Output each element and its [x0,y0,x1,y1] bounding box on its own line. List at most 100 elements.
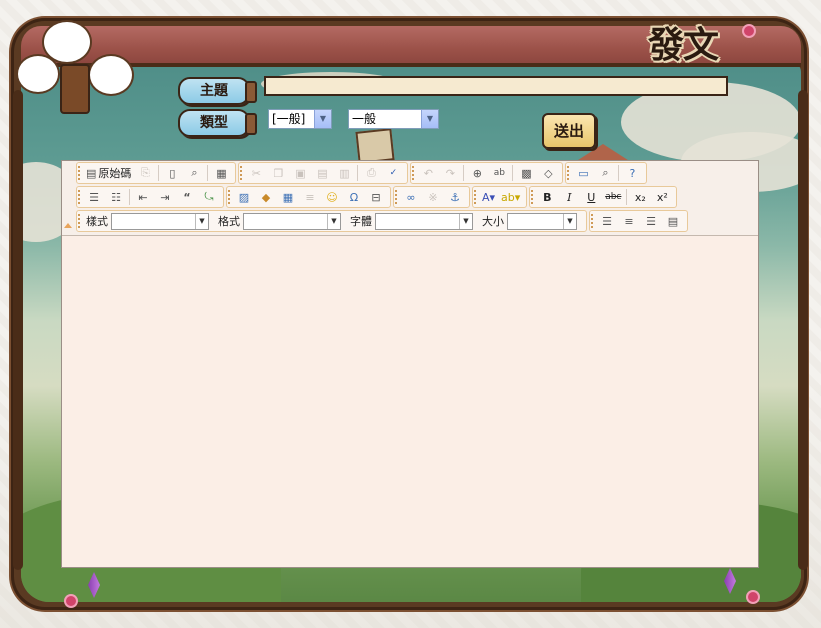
spellcheck-icon[interactable]: ✓ [382,163,404,183]
subject-label: 主題 [178,77,257,105]
toolbar-group-edit: ↶ ↷ ⊕ ab ▩ ◇ [410,162,564,184]
preview-icon[interactable]: ⌕ [183,163,205,183]
underline-icon[interactable]: U [580,187,602,207]
cat-head [16,54,60,94]
format-combo[interactable]: ▼ [243,212,341,230]
paste-text-icon[interactable]: ▤ [311,163,333,183]
about-icon[interactable]: ? [621,163,643,183]
editor-toolbar: ▤ 原始碼 ⎘ ▯ ⌕ ▦ ✂ ❐ ▣ ▤ ▥ ⎙ ✓ ↶ ↷ ⊕ ab ▩ ◇… [62,161,758,236]
align-left-icon[interactable]: ☰ [596,211,618,231]
bg-color-icon[interactable]: ab▾ [498,187,523,207]
link-icon[interactable]: ∞ [400,187,422,207]
toolbar-separator [618,165,620,181]
justify-icon[interactable]: ▤ [662,211,684,231]
special-char-icon[interactable]: Ω [343,187,365,207]
vine-decoration [13,90,23,570]
toolbar-group-document: ▤ 原始碼 ⎘ ▯ ⌕ ▦ [76,162,237,184]
tree-stump [60,64,90,114]
select-all-icon[interactable]: ▩ [515,163,537,183]
print-icon[interactable]: ⎙ [360,163,382,183]
anchor-icon[interactable]: ⚓ [444,187,466,207]
paste-word-icon[interactable]: ▥ [333,163,355,183]
source-label: 原始碼 [98,167,132,180]
editor-content-area[interactable] [62,236,758,567]
cut-icon[interactable]: ✂ [245,163,267,183]
copy-icon[interactable]: ❐ [267,163,289,183]
type-label: 類型 [178,109,257,137]
align-center-icon[interactable]: ≡ [618,211,640,231]
cat-head [88,54,134,96]
unlink-icon[interactable]: ※ [422,187,444,207]
cat-mascot-logo [10,14,150,114]
toolbar-group-insert: ▨ ◆ ▦ ≡ ☺ Ω ⊟ [226,186,391,208]
maximize-icon[interactable]: ▭ [572,163,594,183]
font-combo[interactable]: ▼ [375,212,473,230]
show-blocks-icon[interactable]: ⌕ [594,163,616,183]
paste-icon[interactable]: ▣ [289,163,311,183]
horizontal-rule-icon[interactable]: ≡ [299,187,321,207]
subject-input[interactable] [264,76,728,96]
vine-decoration [798,90,808,570]
templates-icon[interactable]: ▦ [210,163,232,183]
page-title: 發文 [648,25,719,66]
toolbar-row-2: ☰ ☷ ⇤ ⇥ “ ⤿ ▨ ◆ ▦ ≡ ☺ Ω ⊟ ∞ ※ ⚓ A▾ ab▾ B… [76,186,679,208]
size-combo[interactable]: ▼ [507,212,577,230]
toolbar-row-1: ▤ 原始碼 ⎘ ▯ ⌕ ▦ ✂ ❐ ▣ ▤ ▥ ⎙ ✓ ↶ ↷ ⊕ ab ▩ ◇… [76,162,649,184]
app-window: 發文 主題 類型 [一般] ▼ 一般 ▼ 送出 ▤ 原始碼 ⎘ ▯ ⌕ ▦ ✂ … [0,0,821,628]
sign-decoration [355,128,395,164]
strike-icon[interactable]: abc [602,187,624,207]
page-break-icon[interactable]: ⊟ [365,187,387,207]
source-icon: ▤ [86,166,97,180]
toolbar-separator [463,165,465,181]
type-select-secondary-value: 一般 [352,112,377,126]
remove-format-icon[interactable]: ◇ [537,163,559,183]
toolbar-separator [158,165,160,181]
source-button[interactable]: ▤ 原始碼 [83,163,134,183]
flash-icon[interactable]: ◆ [255,187,277,207]
paste-disabled-icon[interactable]: ⎘ [134,163,156,183]
style-label: 樣式 [86,215,108,228]
type-select-primary[interactable]: [一般] ▼ [268,109,332,129]
outdent-icon[interactable]: ⇤ [132,187,154,207]
format-label: 格式 [218,215,240,228]
redo-icon[interactable]: ↷ [439,163,461,183]
image-icon[interactable]: ▨ [233,187,255,207]
div-icon[interactable]: ⤿ [198,187,220,207]
toolbar-separator [129,189,130,205]
bulleted-list-icon[interactable]: ☷ [105,187,127,207]
find-icon[interactable]: ⊕ [466,163,488,183]
indent-icon[interactable]: ⇥ [154,187,176,207]
smiley-icon[interactable]: ☺ [321,187,343,207]
font-label: 字體 [350,215,372,228]
text-color-icon[interactable]: A▾ [479,187,498,207]
italic-icon[interactable]: I [558,187,580,207]
toolbar-separator [357,165,359,181]
chevron-down-icon: ▼ [563,213,576,229]
toolbar-group-paragraph: ☰ ☷ ⇤ ⇥ “ ⤿ [76,186,224,208]
replace-icon[interactable]: ab [488,163,510,183]
chevron-down-icon: ▼ [459,213,472,229]
flower-decoration [748,592,758,602]
subscript-icon[interactable]: x₂ [629,187,651,207]
table-icon[interactable]: ▦ [277,187,299,207]
toolbar-separator [512,165,514,181]
blockquote-icon[interactable]: “ [176,187,198,207]
chevron-down-icon: ▼ [421,110,438,128]
toolbar-separator [207,165,209,181]
flower-decoration [66,596,76,606]
numbered-list-icon[interactable]: ☰ [83,187,105,207]
flower-decoration [744,26,754,36]
toolbar-group-links: ∞ ※ ⚓ [393,186,470,208]
align-right-icon[interactable]: ☰ [640,211,662,231]
style-combo[interactable]: ▼ [111,212,209,230]
type-select-secondary[interactable]: 一般 ▼ [348,109,439,129]
toolbar-collapse-icon[interactable] [64,223,72,228]
toolbar-group-colors: A▾ ab▾ [472,186,528,208]
chevron-down-icon: ▼ [314,110,331,128]
undo-icon[interactable]: ↶ [417,163,439,183]
type-select-primary-value: [一般] [272,112,306,126]
send-button[interactable]: 送出 [542,113,596,149]
new-page-icon[interactable]: ▯ [161,163,183,183]
superscript-icon[interactable]: x² [651,187,673,207]
bold-icon[interactable]: B [536,187,558,207]
